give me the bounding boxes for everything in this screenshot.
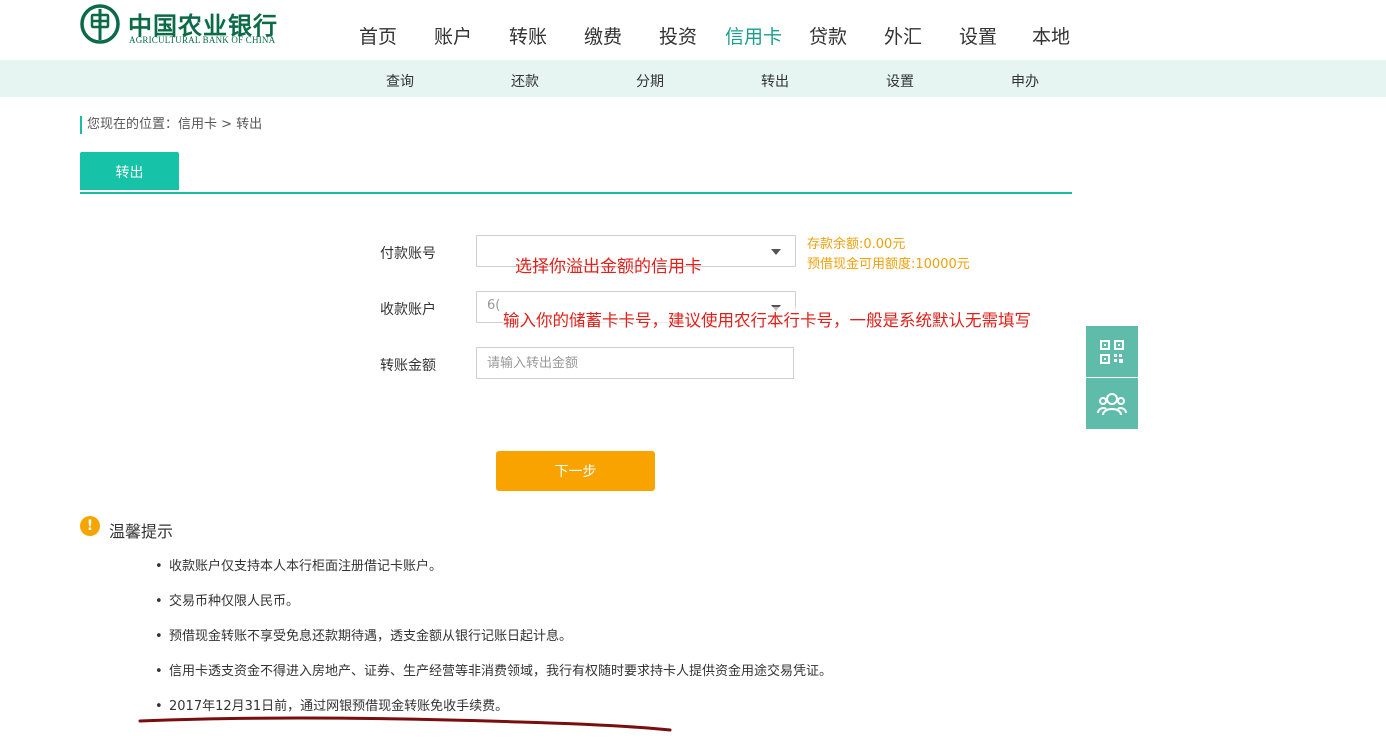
subnav-item-installment[interactable]: 分期	[636, 71, 664, 91]
tip-item: 信用卡透支资金不得进入房地产、证券、生产经营等非消费领域，我行有权随时要求持卡人…	[155, 663, 832, 698]
nav-item-transfer[interactable]: 转账	[509, 22, 547, 49]
tab-transfer-out[interactable]: 转出	[80, 152, 179, 190]
amount-input[interactable]	[476, 347, 794, 379]
amount-label: 转账金额	[380, 358, 436, 374]
tip-item: 2017年12月31日前，通过网银预借现金转账免收手续费。	[155, 698, 832, 733]
sub-nav: 查询 还款 分期 转出 设置 申办	[0, 60, 1386, 97]
customer-service-button[interactable]	[1086, 377, 1138, 429]
nav-item-payment[interactable]: 缴费	[584, 22, 622, 49]
payee-account-value: 6(	[487, 298, 501, 313]
floating-side-panel	[1086, 326, 1138, 429]
top-header: 中国农业银行 AGRICULTURAL BANK OF CHINA 首页 账户 …	[0, 0, 1386, 60]
tab-bar: 转出	[80, 152, 1072, 194]
subnav-item-repay[interactable]: 还款	[511, 71, 539, 91]
customer-service-icon	[1097, 392, 1127, 415]
nav-item-account[interactable]: 账户	[434, 22, 472, 49]
subnav-item-apply[interactable]: 申办	[1011, 71, 1039, 91]
breadcrumb: 您现在的位置：信用卡 > 转出	[80, 116, 262, 134]
annotation-payer-note: 选择你溢出金额的信用卡	[515, 257, 702, 277]
tips-list: 收款账户仅支持本人本行柜面注册借记卡账户。 交易币种仅限人民币。 预借现金转账不…	[155, 558, 832, 733]
nav-item-loan[interactable]: 贷款	[809, 22, 847, 49]
nav-item-settings[interactable]: 设置	[959, 22, 997, 49]
abc-logo-icon	[80, 4, 120, 44]
nav-item-investment[interactable]: 投资	[659, 22, 697, 49]
payee-account-label: 收款账户	[380, 302, 436, 318]
nav-item-local[interactable]: 本地	[1032, 22, 1070, 49]
subnav-item-settings[interactable]: 设置	[886, 71, 914, 91]
qr-code-icon	[1100, 339, 1124, 364]
warning-icon: !	[80, 516, 100, 536]
subnav-item-query[interactable]: 查询	[386, 71, 414, 91]
bank-name-en: AGRICULTURAL BANK OF CHINA	[129, 35, 276, 45]
chevron-down-icon	[771, 249, 781, 255]
tip-item: 收款账户仅支持本人本行柜面注册借记卡账户。	[155, 558, 832, 593]
annotation-payee-note: 输入你的储蓄卡卡号，建议使用农行本行卡号，一般是系统默认无需填写	[503, 307, 1031, 331]
tip-item: 交易币种仅限人民币。	[155, 593, 832, 628]
payer-account-label: 付款账号	[380, 246, 436, 262]
nav-item-home[interactable]: 首页	[359, 22, 397, 49]
next-step-button[interactable]: 下一步	[496, 451, 655, 491]
subnav-item-transfer-out[interactable]: 转出	[761, 71, 789, 91]
bank-logo[interactable]: 中国农业银行 AGRICULTURAL BANK OF CHINA	[80, 4, 290, 46]
tip-item: 预借现金转账不享受免息还款期待遇，透支金额从银行记账日起计息。	[155, 628, 832, 663]
qr-code-button[interactable]	[1086, 326, 1138, 377]
nav-item-forex[interactable]: 外汇	[884, 22, 922, 49]
deposit-balance: 存款余额:0.00元	[807, 237, 906, 252]
cash-advance-limit: 预借现金可用额度:10000元	[807, 257, 970, 272]
nav-item-credit-card[interactable]: 信用卡	[725, 22, 782, 49]
tips-title: 温馨提示	[109, 522, 174, 541]
